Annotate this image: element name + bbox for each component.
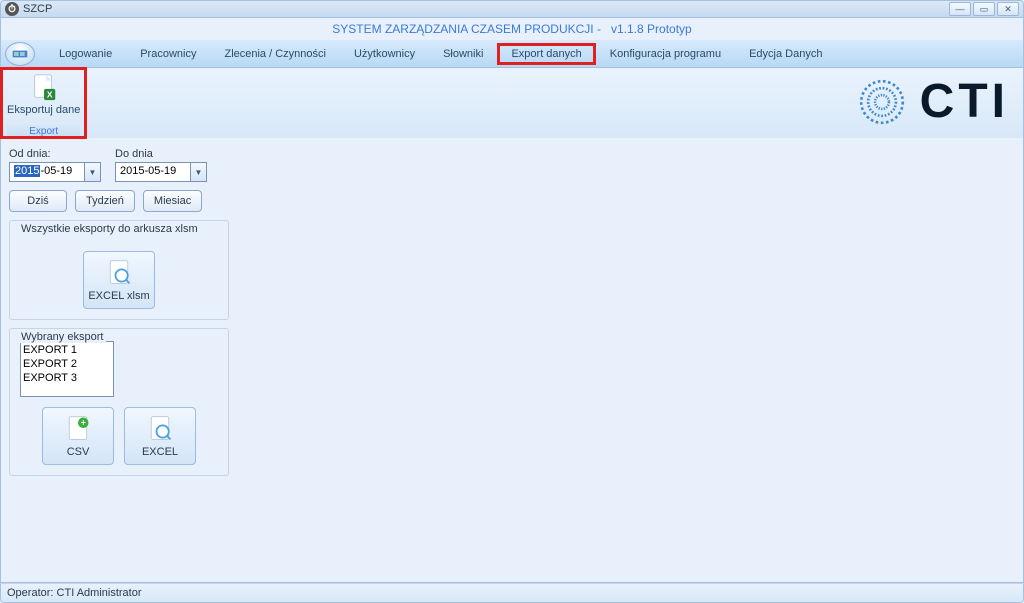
cti-logo: CTI	[856, 74, 1009, 129]
maximize-button[interactable]: ▭	[973, 2, 995, 16]
window-title: SZCP	[23, 3, 949, 15]
menu-export-danych[interactable]: Export danych	[497, 43, 595, 65]
export-listbox[interactable]: EXPORT 1 EXPORT 2 EXPORT 3	[20, 341, 114, 397]
ribbon-group-export: X Eksportuj dane Export	[1, 68, 86, 138]
tydzien-button[interactable]: Tydzień	[75, 190, 135, 212]
menubar: Logowanie Pracownicy Zlecenia / Czynnośc…	[45, 43, 1023, 65]
menu-edycja-danych[interactable]: Edycja Danych	[735, 43, 836, 65]
titlebar: ⏱ SZCP — ▭ ✕	[0, 0, 1024, 18]
subtitle-text: SYSTEM ZARZĄDZANIA CZASEM PRODUKCJI - v1…	[332, 22, 691, 36]
menu-uzytkownicy[interactable]: Użytkownicy	[340, 43, 429, 65]
eksportuj-dane-label: Eksportuj dane	[7, 104, 80, 116]
from-date-label: Od dnia:	[9, 148, 101, 160]
menu-slowniki[interactable]: Słowniki	[429, 43, 497, 65]
csv-button[interactable]: + CSV	[42, 407, 114, 465]
excel-button[interactable]: EXCEL	[124, 407, 196, 465]
chevron-down-icon[interactable]: ▼	[190, 163, 206, 181]
svg-text:+: +	[81, 417, 86, 427]
to-date-value: 2015-05-19	[116, 163, 190, 181]
eksportuj-dane-button[interactable]: X Eksportuj dane	[7, 72, 80, 116]
app-icon: ⏱	[5, 2, 19, 16]
ribbon: X Eksportuj dane Export CTI	[0, 68, 1024, 138]
excel-xlsm-label: EXCEL xlsm	[88, 290, 149, 302]
from-date-value: 2015-05-19	[10, 163, 84, 181]
list-item[interactable]: EXPORT 3	[23, 371, 111, 385]
cti-text: CTI	[920, 74, 1009, 129]
statusbar: Operator: CTI Administrator	[0, 583, 1024, 603]
main-panel: Od dnia: 2015-05-19 ▼ Do dnia 2015-05-19…	[0, 138, 1024, 583]
csv-label: CSV	[67, 446, 90, 458]
group-all-label: Wszystkie eksporty do arkusza xlsm	[18, 223, 201, 235]
menu-logowanie[interactable]: Logowanie	[45, 43, 126, 65]
from-date-rest: -05-19	[40, 165, 72, 177]
minimize-button[interactable]: —	[949, 2, 971, 16]
subtitle-version: v1.1.8 Prototyp	[611, 22, 692, 36]
dzis-button[interactable]: Dziś	[9, 190, 67, 212]
subtitle-left: SYSTEM ZARZĄDZANIA CZASEM PRODUKCJI -	[332, 22, 601, 36]
to-date-combo[interactable]: 2015-05-19 ▼	[115, 162, 207, 182]
group-selected-label: Wybrany eksport	[18, 331, 106, 343]
globe-icon	[856, 76, 908, 128]
menu-zlecenia[interactable]: Zlecenia / Czynności	[210, 43, 340, 65]
list-item[interactable]: EXPORT 1	[23, 343, 111, 357]
list-item[interactable]: EXPORT 2	[23, 357, 111, 371]
ribbon-group-label: Export	[7, 125, 80, 138]
group-all-exports: Wszystkie eksporty do arkusza xlsm EXCEL…	[9, 220, 229, 320]
status-operator: Operator: CTI Administrator	[7, 587, 142, 599]
svg-text:X: X	[47, 89, 53, 99]
group-selected-export: Wybrany eksport EXPORT 1 EXPORT 2 EXPORT…	[9, 328, 229, 476]
close-button[interactable]: ✕	[997, 2, 1019, 16]
from-date-combo[interactable]: 2015-05-19 ▼	[9, 162, 101, 182]
chevron-down-icon[interactable]: ▼	[84, 163, 100, 181]
menubar-wrap: Logowanie Pracownicy Zlecenia / Czynnośc…	[0, 40, 1024, 68]
app-subtitle: SYSTEM ZARZĄDZANIA CZASEM PRODUKCJI - v1…	[0, 18, 1024, 40]
menu-pracownicy[interactable]: Pracownicy	[126, 43, 210, 65]
from-date-selected: 2015	[14, 165, 40, 177]
excel-xlsm-button[interactable]: EXCEL xlsm	[83, 251, 155, 309]
menu-konfiguracja[interactable]: Konfiguracja programu	[596, 43, 735, 65]
to-date-label: Do dnia	[115, 148, 207, 160]
miesiac-button[interactable]: Miesiac	[143, 190, 202, 212]
status-prefix: Operator:	[7, 587, 57, 599]
main-menu-icon[interactable]	[5, 42, 35, 66]
excel-label: EXCEL	[142, 446, 178, 458]
status-value: CTI Administrator	[57, 587, 142, 599]
